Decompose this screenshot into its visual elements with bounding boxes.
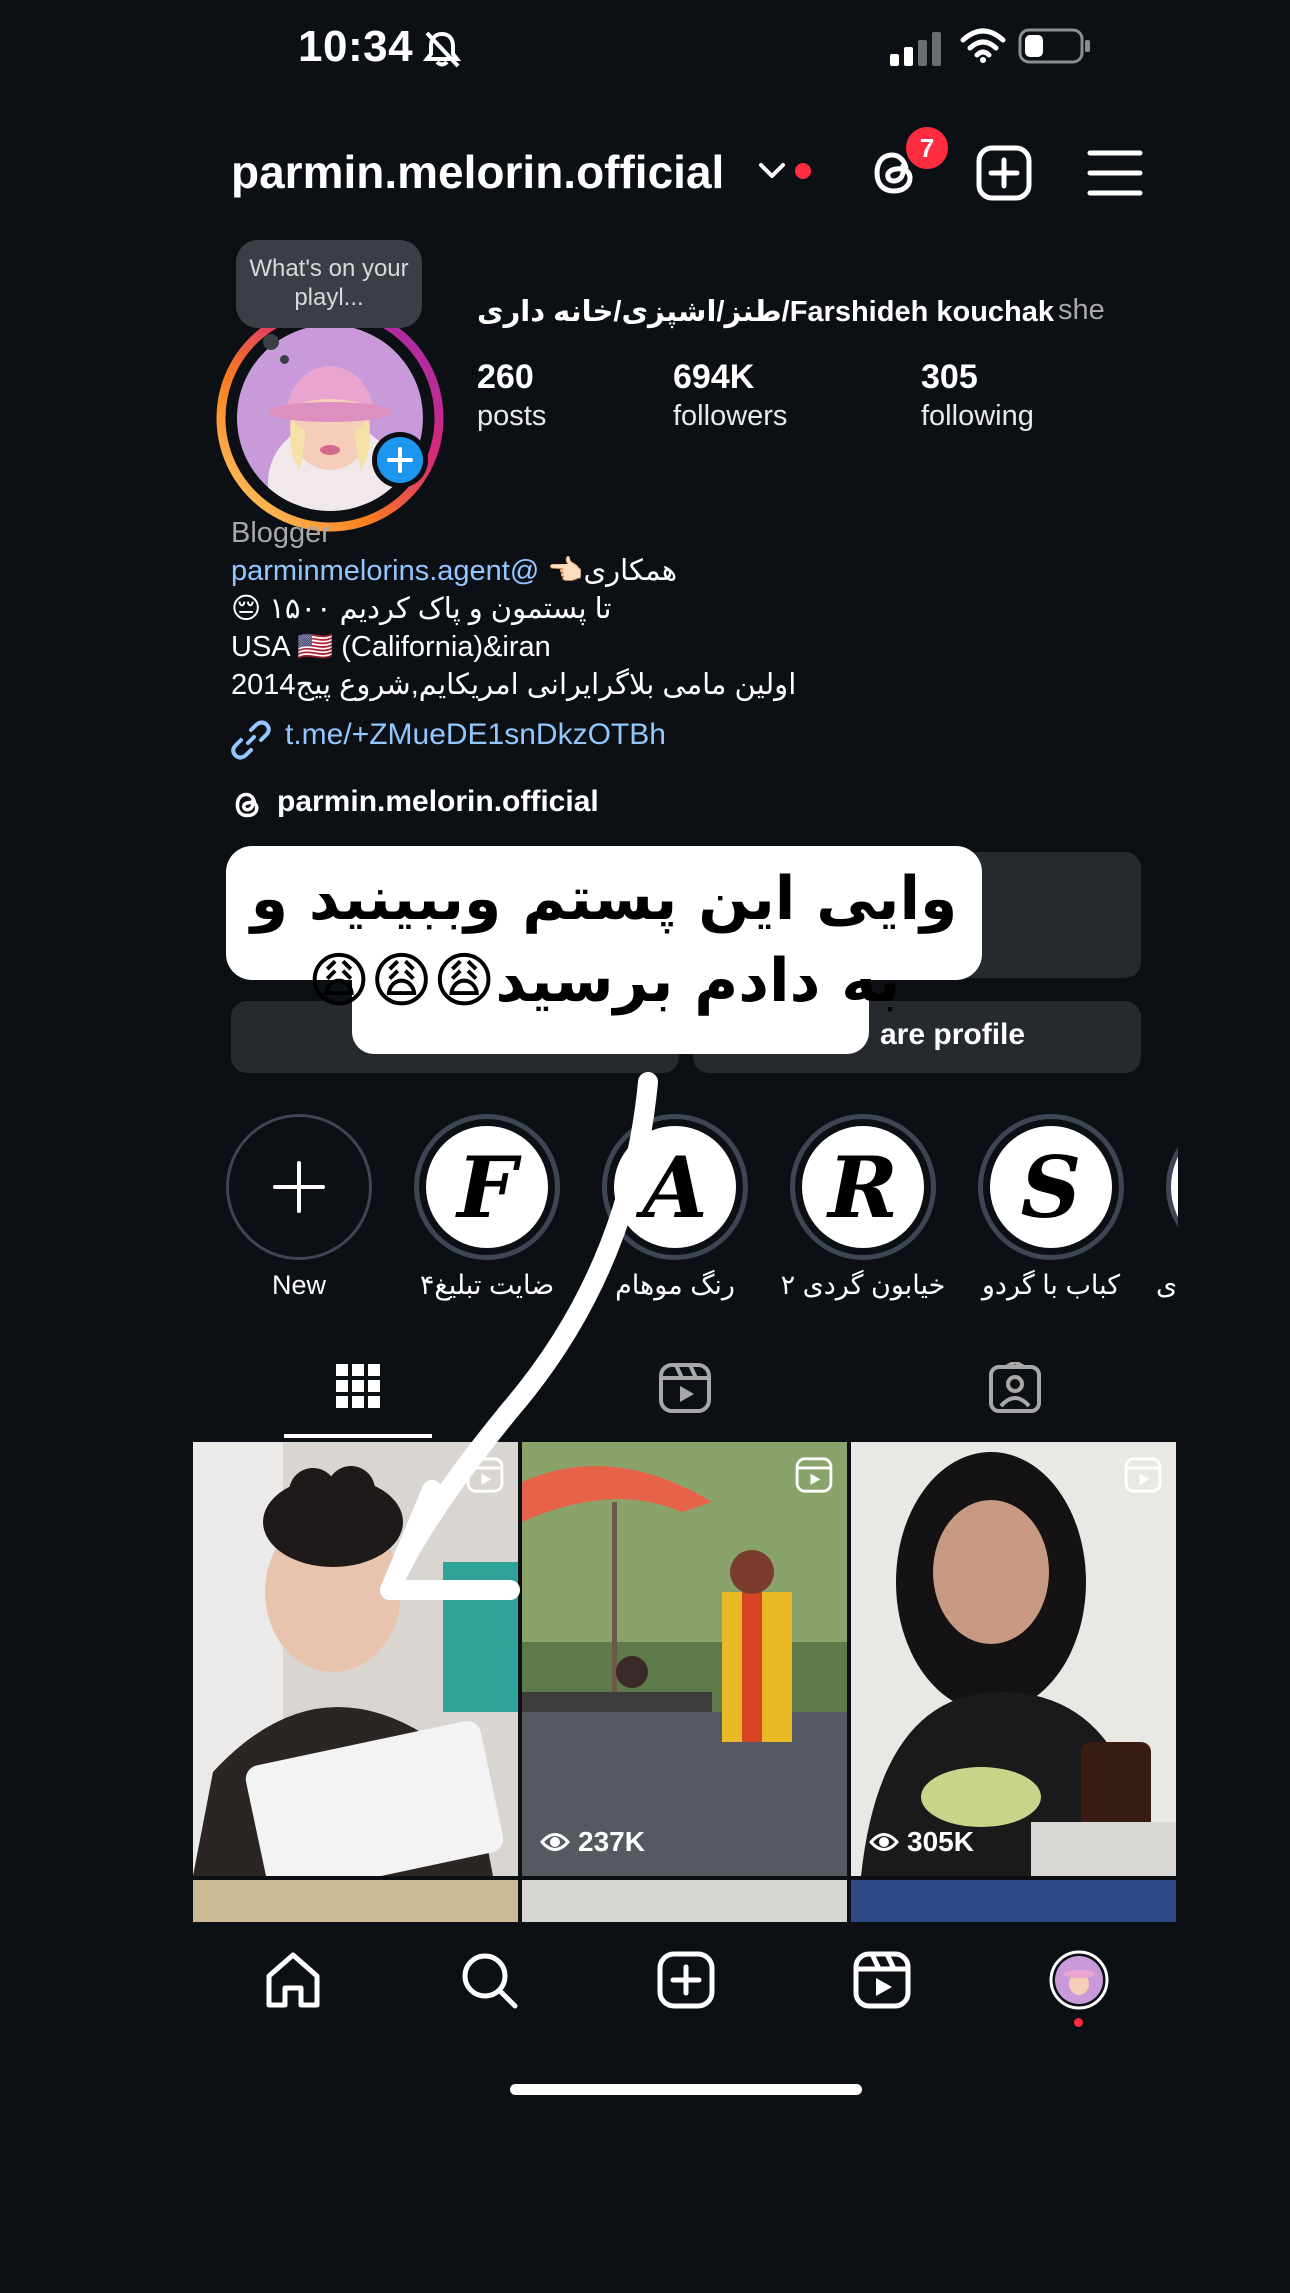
followers-label[interactable]: followers	[673, 400, 787, 433]
play-count-icon	[540, 1833, 570, 1851]
note-bubble-tail	[263, 334, 279, 350]
view-count: 305K	[869, 1826, 974, 1858]
bio-line: 😔 ۱۵۰۰ تا پستمون و پاک کردیم	[231, 593, 612, 625]
profile-full-name: طنز/اشپزی/خانه داری/Farshideh kouchak	[477, 296, 1055, 328]
reel-badge-icon	[1124, 1457, 1162, 1493]
followers-count[interactable]: 694K	[673, 358, 754, 397]
notification-badge: 7	[903, 124, 951, 172]
highlight-item[interactable]: S	[978, 1114, 1124, 1260]
silent-mode-icon	[422, 31, 462, 68]
play-count-icon	[869, 1833, 899, 1851]
note-bubble-tail	[280, 355, 289, 364]
highlight-item[interactable]: R	[790, 1114, 936, 1260]
caption-sticker-text: وایی این پستم وببینید و به دادم برسید😩😩😩	[250, 864, 958, 1016]
post-tile-partial[interactable]	[193, 1880, 518, 1922]
chevron-down-icon[interactable]	[757, 160, 787, 182]
menu-icon[interactable]	[1086, 144, 1144, 202]
posts-label[interactable]: posts	[477, 400, 546, 433]
unread-dot	[795, 163, 811, 179]
instagram-profile-screen: { "status_bar": { "time": "10:34" }, "he…	[0, 0, 1290, 2293]
plus-icon	[377, 437, 423, 483]
status-time: 10:34	[298, 22, 414, 71]
highlight-label: کباب با گردو	[981, 1270, 1121, 1300]
post-tile[interactable]: 305K	[851, 1442, 1176, 1876]
following-label[interactable]: following	[921, 400, 1034, 433]
note-bubble[interactable]: What's on your playl...	[236, 240, 422, 328]
avatar[interactable]	[214, 302, 446, 534]
following-count[interactable]: 305	[921, 358, 978, 397]
threads-profile-link[interactable]: parmin.melorin.official	[277, 785, 599, 819]
bio-mention-link[interactable]: parminmelorins.agent@	[231, 555, 539, 587]
posts-count[interactable]: 260	[477, 358, 534, 397]
highlight-cover: S	[990, 1126, 1112, 1248]
link-icon	[231, 720, 271, 760]
home-indicator[interactable]	[510, 2084, 862, 2095]
highlight-cover: R	[802, 1126, 924, 1248]
create-post-icon[interactable]	[656, 1950, 716, 2010]
home-icon[interactable]	[263, 1950, 323, 2010]
bio-line: USA 🇺🇸 (California)&iran	[231, 631, 551, 663]
bio-line: parminmelorins.agent@ 👈🏻همکاری	[231, 552, 677, 590]
hand-drawn-arrow	[380, 1072, 658, 1600]
plus-icon	[273, 1161, 325, 1213]
cellular-signal-icon	[890, 32, 941, 66]
highlight-new[interactable]	[226, 1114, 372, 1260]
share-profile-label: are profile	[880, 1018, 1026, 1051]
view-count-value: 237K	[578, 1826, 645, 1857]
wifi-icon	[960, 28, 1006, 63]
create-icon[interactable]	[975, 144, 1033, 202]
highlight-label: خیابون گردی ۲	[780, 1270, 946, 1300]
bio-line: اولین مامی بلاگرایرانی امریکایم,شروع پیج…	[231, 669, 797, 701]
profile-external-link[interactable]: t.me/+ZMueDE1snDkzOTBh	[285, 718, 666, 752]
highlight-label: ی	[1156, 1270, 1178, 1300]
view-count-value: 305K	[907, 1826, 974, 1857]
post-tile-partial[interactable]	[851, 1880, 1176, 1922]
bio-text: 👈🏻همکاری	[539, 555, 678, 587]
tagged-icon[interactable]	[988, 1362, 1042, 1414]
profile-category: Blogger	[231, 517, 331, 549]
search-icon[interactable]	[459, 1950, 519, 2010]
reel-badge-icon	[795, 1457, 833, 1493]
post-tile-partial[interactable]	[522, 1880, 847, 1922]
profile-pronouns: she	[1058, 294, 1105, 326]
post-thumbnail	[851, 1442, 1176, 1876]
highlight-item-partial[interactable]	[1166, 1114, 1178, 1260]
reels-nav-icon[interactable]	[852, 1950, 912, 2010]
bottom-navigation	[193, 1922, 1178, 2104]
profile-avatar-icon[interactable]	[1049, 1950, 1109, 2010]
activity-dot	[1074, 2018, 1083, 2027]
view-count: 237K	[540, 1826, 645, 1858]
battery-icon	[1018, 28, 1090, 64]
threads-icon	[235, 792, 259, 818]
profile-username[interactable]: parmin.melorin.official	[231, 145, 724, 199]
